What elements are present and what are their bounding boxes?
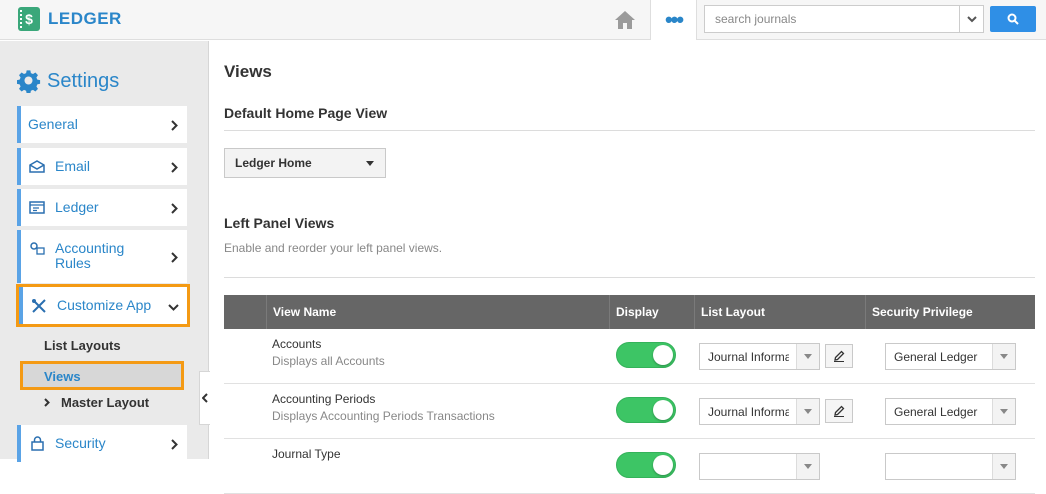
rules-icon: [28, 241, 46, 255]
divider: [224, 130, 1035, 131]
edit-layout-button[interactable]: [825, 344, 853, 368]
settings-header: Settings: [17, 69, 119, 93]
sidebar-item-label: Accounting Rules: [55, 240, 125, 271]
column-header-list-layout: List Layout: [694, 295, 865, 329]
security-privilege-select[interactable]: [885, 453, 1016, 480]
chevron-right-icon: [171, 438, 178, 450]
pencil-icon: [834, 405, 845, 417]
home-icon: [615, 11, 635, 29]
divider: [224, 277, 1035, 278]
column-header-display: Display: [609, 295, 694, 329]
default-home-heading: Default Home Page View: [224, 105, 388, 121]
caret-down-icon: [796, 344, 819, 369]
sidebar-item-security[interactable]: Security: [17, 425, 187, 462]
caret-down-icon: [992, 399, 1015, 424]
search-icon: [1007, 13, 1019, 25]
security-privilege-select[interactable]: General Ledger: [885, 398, 1016, 425]
list-layout-value: Journal Information: [708, 349, 789, 364]
more-menu-button[interactable]: •••: [650, 0, 697, 40]
view-name: Accounts: [272, 337, 322, 351]
more-dots-icon: •••: [664, 7, 684, 32]
edit-layout-button[interactable]: [825, 399, 853, 423]
column-header-security-privilege: Security Privilege: [865, 295, 1035, 329]
chevron-right-icon: [171, 119, 178, 131]
list-layout-select[interactable]: Journal Information: [699, 398, 820, 425]
home-button[interactable]: [600, 0, 650, 40]
toggle-knob: [653, 400, 673, 420]
caret-down-icon: [992, 344, 1015, 369]
table-row: Accounts Displays all Accounts Journal I…: [224, 329, 1035, 384]
sidebar-item-label: Email: [55, 158, 91, 174]
security-privilege-select[interactable]: General Ledger: [885, 343, 1016, 370]
settings-title: Settings: [47, 69, 120, 92]
search-box: [704, 5, 984, 33]
search-input[interactable]: [705, 6, 959, 32]
table-row: Journal Type: [224, 439, 1035, 494]
sidebar-item-general[interactable]: General: [17, 106, 187, 143]
sidebar-item-email[interactable]: Email: [17, 148, 187, 185]
caret-down-icon: [796, 399, 819, 424]
master-layout-label: Master Layout: [61, 395, 150, 410]
lock-icon: [28, 436, 46, 451]
sidebar-subitem-views-label: Views: [44, 369, 81, 384]
chevron-right-icon: [171, 161, 178, 173]
gear-icon: [17, 70, 41, 93]
envelope-icon: [28, 160, 46, 173]
sidebar-subitem-master-layout[interactable]: Master Layout: [44, 395, 149, 410]
display-toggle[interactable]: [616, 397, 676, 423]
caret-down-icon: [796, 454, 819, 479]
page-title: Views: [224, 62, 272, 81]
sidebar-item-ledger[interactable]: Ledger: [17, 189, 187, 226]
sidebar-item-accounting-rules[interactable]: Accounting Rules: [17, 230, 187, 283]
customize-app-highlight: [16, 284, 190, 327]
sidebar-item-label: Security: [55, 435, 106, 451]
pencil-icon: [834, 350, 845, 362]
toggle-knob: [653, 345, 673, 365]
sidebar-item-label: General: [28, 116, 78, 132]
left-panel-views-table: View Name Display List Layout Security P…: [224, 295, 1035, 494]
view-description: Displays all Accounts: [272, 354, 385, 368]
brand-name: LEDGER: [48, 9, 122, 28]
chevron-right-icon: [171, 202, 178, 214]
chevron-right-icon: [44, 398, 50, 407]
sidebar-subitem-list-layouts[interactable]: List Layouts: [44, 338, 121, 353]
default-home-view-value: Ledger Home: [235, 156, 312, 170]
top-bar: $ LEDGER •••: [0, 0, 1046, 40]
ledger-book-icon: $: [18, 7, 40, 31]
security-privilege-value: General Ledger: [894, 404, 978, 419]
caret-down-icon: [366, 161, 374, 166]
table-row: Accounting Periods Displays Accounting P…: [224, 384, 1035, 439]
chevron-down-icon: [966, 15, 977, 22]
chevron-left-icon: [202, 393, 208, 403]
settings-sidebar: Settings General Email Ledger Accounting…: [0, 41, 209, 462]
caret-down-icon: [992, 454, 1015, 479]
brand-logo[interactable]: $ LEDGER: [18, 6, 122, 32]
display-toggle[interactable]: [616, 452, 676, 478]
main-content: Views Default Home Page View Ledger Home…: [209, 41, 1046, 494]
list-layout-select[interactable]: [699, 453, 820, 480]
column-header-view-name: View Name: [266, 295, 609, 329]
security-privilege-value: General Ledger: [894, 349, 978, 364]
table-header: View Name Display List Layout Security P…: [224, 295, 1035, 329]
view-name: Accounting Periods: [272, 392, 376, 406]
toggle-knob: [653, 455, 673, 475]
sidebar-item-label: Ledger: [55, 199, 99, 215]
search-button[interactable]: [990, 6, 1036, 32]
display-toggle[interactable]: [616, 342, 676, 368]
search-scope-dropdown[interactable]: [959, 6, 983, 32]
left-panel-heading: Left Panel Views: [224, 215, 335, 231]
sidebar-subitem-views[interactable]: Views: [20, 361, 184, 390]
list-layout-select[interactable]: Journal Information: [699, 343, 820, 370]
view-description: Displays Accounting Periods Transactions: [272, 409, 495, 423]
list-layout-value: Journal Information: [708, 404, 789, 419]
chevron-right-icon: [171, 251, 178, 263]
ledger-icon: [28, 201, 46, 214]
default-home-view-dropdown[interactable]: Ledger Home: [224, 148, 386, 178]
left-panel-hint: Enable and reorder your left panel views…: [224, 241, 443, 255]
